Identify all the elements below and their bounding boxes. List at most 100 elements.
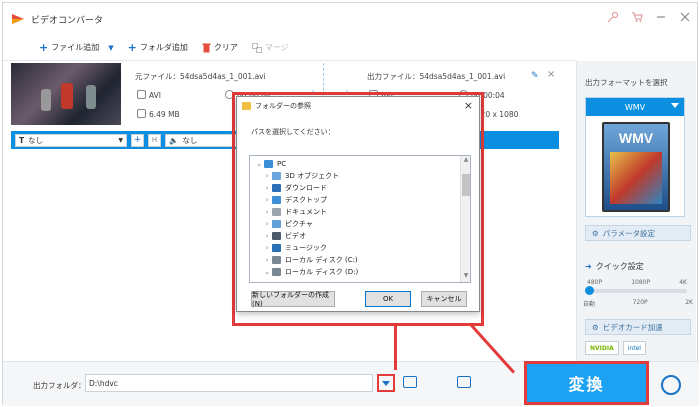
format-icon: [137, 90, 146, 99]
tree-item[interactable]: › ダウンロード: [250, 182, 470, 194]
subtitle-select[interactable]: T なし ▼: [15, 133, 127, 147]
folder-tree[interactable]: ⌄ PC › 3D オブジェクト › ダウンロード › デスクトップ › ドキュメント › ピクチャ ›…: [249, 155, 471, 283]
format-header[interactable]: WMV: [586, 98, 684, 116]
app-title: ビデオコンバータ: [31, 15, 104, 26]
main-toolbar: + ファイル追加 ▼ + フォルダ追加 クリア マージ: [3, 35, 575, 61]
tree-item[interactable]: › 3D オブジェクト: [250, 170, 470, 182]
expand-chevron-icon[interactable]: ⌄: [254, 160, 264, 168]
slider-labels-bottom: 自動 720P 2K: [583, 299, 693, 308]
expand-chevron-icon[interactable]: ›: [262, 184, 272, 192]
add-file-button[interactable]: + ファイル追加 ▼: [39, 41, 114, 54]
dialog-prompt: パスを選択してください：: [251, 128, 335, 136]
scroll-thumb[interactable]: [462, 174, 470, 196]
open-folder-icon[interactable]: [403, 376, 417, 388]
tree-item-label: デスクトップ: [285, 196, 327, 204]
expand-chevron-icon[interactable]: ›: [262, 244, 272, 252]
settings-icon: ⚙: [592, 228, 599, 238]
tree-item[interactable]: › ドキュメント: [250, 206, 470, 218]
chevron-down-icon: [671, 103, 679, 108]
tree-item-label: ドキュメント: [285, 208, 327, 216]
tree-item[interactable]: › ビデオ: [250, 230, 470, 242]
text-icon: T: [19, 135, 25, 145]
tree-item-label: ミュージック: [285, 244, 327, 252]
tree-item[interactable]: ⌄ ローカル ディスク (D:): [250, 266, 470, 278]
3d-objects-icon: [272, 172, 281, 180]
video-thumbnail[interactable]: [11, 63, 121, 125]
expand-chevron-icon[interactable]: ›: [262, 172, 272, 180]
pictures-icon: [272, 220, 281, 228]
cart-icon[interactable]: [631, 11, 643, 23]
scroll-up-icon[interactable]: ▲: [461, 156, 470, 166]
tree-item-label: ピクチャ: [285, 220, 313, 228]
source-format: AVI: [137, 90, 161, 100]
scroll-down-icon[interactable]: ▼: [461, 272, 470, 282]
expand-chevron-icon[interactable]: ›: [262, 196, 272, 204]
tree-item-label: ローカル ディスク (C:): [285, 256, 358, 264]
settings-icon: ⚙: [592, 322, 599, 332]
title-bar: ビデオコンバータ: [3, 3, 697, 35]
tree-item-label: ダウンロード: [285, 184, 327, 192]
dialog-close-button[interactable]: ×: [464, 99, 473, 112]
clear-button[interactable]: クリア: [202, 42, 238, 53]
chevron-down-icon[interactable]: ▼: [108, 44, 113, 52]
convert-button[interactable]: 変換: [524, 361, 649, 405]
lightning-icon: ➜: [585, 262, 592, 271]
output-format-selector[interactable]: WMV WMV: [585, 97, 685, 217]
subtitle-edit-icon[interactable]: H: [148, 133, 161, 147]
speaker-icon: 🔈: [169, 135, 179, 145]
alarm-clock-icon[interactable]: [661, 375, 681, 395]
remove-icon[interactable]: ×: [547, 69, 555, 80]
tree-item[interactable]: ⌄ PC: [250, 158, 470, 170]
edit-icon[interactable]: ✎: [531, 71, 539, 81]
ok-button[interactable]: OK: [365, 291, 411, 307]
minimize-icon[interactable]: [655, 11, 667, 23]
key-icon[interactable]: [607, 11, 619, 23]
callout-arrow: [394, 326, 397, 370]
tree-item[interactable]: › ミュージック: [250, 242, 470, 254]
browse-folder-dialog: フォルダーの参照 × パスを選択してください： ⌄ PC › 3D オブジェクト › ダウ…: [236, 96, 480, 312]
quick-setting-label: ➜ クイック設定: [585, 262, 644, 271]
folder-icon: [242, 102, 251, 110]
desktop-icon: [272, 196, 281, 204]
tree-item[interactable]: › デスクトップ: [250, 194, 470, 206]
tree-item-label: ビデオ: [285, 232, 306, 240]
tree-scrollbar[interactable]: ▲ ▼: [460, 156, 470, 282]
wmv-format-icon: WMV: [602, 122, 670, 212]
expand-chevron-icon[interactable]: ›: [262, 256, 272, 264]
merge-icon: [251, 42, 262, 53]
parameter-settings-button[interactable]: ⚙ パラメータ設定: [585, 225, 691, 241]
tree-item[interactable]: › ローカル ディスク (C:): [250, 254, 470, 266]
expand-chevron-icon[interactable]: ›: [262, 232, 272, 240]
expand-chevron-icon[interactable]: ⌄: [262, 268, 272, 276]
slider-knob[interactable]: [585, 286, 594, 295]
size-icon: [137, 109, 146, 118]
plus-icon: +: [39, 41, 49, 54]
dialog-title-bar: フォルダーの参照 ×: [237, 97, 479, 115]
tree-item-label: 3D オブジェクト: [285, 172, 340, 180]
expand-chevron-icon[interactable]: ›: [262, 208, 272, 216]
videos-icon: [272, 232, 281, 240]
output-folder-input[interactable]: D:\hdvc: [85, 374, 373, 392]
audio-track-select[interactable]: 🔈 なし: [165, 133, 237, 147]
output-list-icon[interactable]: [457, 376, 471, 388]
add-subtitle-button[interactable]: +: [131, 133, 144, 147]
nvidia-logo: NVIDIA: [585, 341, 619, 355]
tree-item-label: ローカル ディスク (D:): [285, 268, 359, 276]
quality-slider[interactable]: [585, 286, 687, 295]
drive-icon: [272, 256, 281, 264]
new-folder-button[interactable]: 新しいフォルダーの作成(N): [251, 291, 335, 308]
close-icon[interactable]: [679, 11, 691, 23]
drive-icon: [272, 268, 281, 276]
gpu-acceleration-button[interactable]: ⚙ ビデオカード加速: [585, 319, 691, 335]
merge-button[interactable]: マージ: [251, 42, 289, 53]
download-icon: [272, 184, 281, 192]
output-file-name: 出力ファイル：54dsa5d4as_1_001.avi: [367, 72, 506, 81]
tree-item[interactable]: › ピクチャ: [250, 218, 470, 230]
expand-chevron-icon[interactable]: ›: [262, 220, 272, 228]
cancel-button[interactable]: キャンセル: [421, 291, 467, 307]
output-folder-dropdown-button[interactable]: [377, 374, 395, 392]
gpu-logos: NVIDIA intel: [585, 341, 691, 355]
app-logo-icon: [12, 14, 24, 24]
add-folder-button[interactable]: + フォルダ追加: [128, 41, 188, 54]
source-size: 6.49 MB: [137, 109, 180, 119]
